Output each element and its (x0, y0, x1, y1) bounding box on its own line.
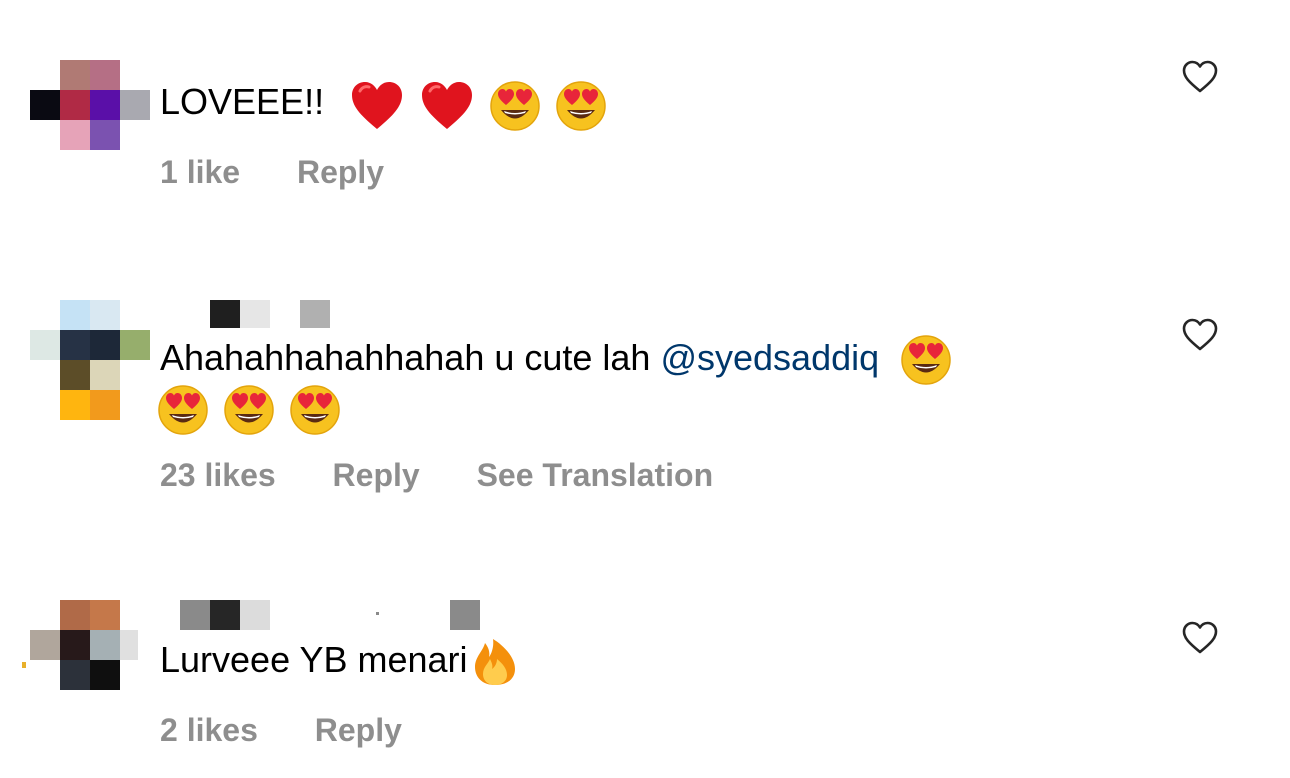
comments-list: LOVEEE!! 1 like Reply Ahahahhahahhahah u… (0, 0, 1290, 778)
heart-eyes-icon (224, 385, 274, 436)
comment-meta: 23 likes Reply See Translation (160, 457, 761, 494)
heart-eyes-icon (290, 385, 340, 436)
emoji-line (158, 382, 340, 436)
likes-count[interactable]: 1 like (160, 154, 240, 190)
avatar[interactable] (30, 60, 150, 150)
avatar[interactable] (20, 600, 140, 690)
username[interactable] (180, 600, 480, 630)
heart-eyes-icon (901, 335, 951, 386)
heart-eyes-icon (158, 385, 208, 436)
likes-count[interactable]: 23 likes (160, 457, 276, 493)
comment-body: Lurveee YB menari (160, 639, 468, 680)
likes-count[interactable]: 2 likes (160, 712, 258, 748)
reply-button[interactable]: Reply (297, 154, 384, 190)
heart-eyes-icon (556, 81, 606, 131)
comment-body: LOVEEE!! (160, 81, 325, 122)
emoji-group (334, 78, 606, 131)
reply-button[interactable]: Reply (333, 457, 420, 493)
like-heart-icon[interactable] (1182, 60, 1218, 94)
heart-eyes-icon (490, 81, 540, 131)
like-heart-icon[interactable] (1182, 318, 1218, 352)
avatar[interactable] (30, 300, 150, 420)
red-heart-icon (420, 81, 474, 131)
see-translation-button[interactable]: See Translation (477, 457, 714, 493)
comment-text: Ahahahhahahhahah u cute lah @syedsaddiq (160, 332, 951, 386)
comment-text: Lurveee YB menari (160, 634, 518, 687)
mention-link[interactable]: @syedsaddiq (660, 337, 879, 378)
comment-text: LOVEEE!! (160, 76, 606, 131)
comment-meta: 2 likes Reply (160, 712, 450, 749)
reply-button[interactable]: Reply (315, 712, 402, 748)
red-heart-icon (350, 81, 404, 131)
username[interactable] (210, 300, 330, 328)
comment-body: Ahahahhahahhahah u cute lah (160, 337, 651, 378)
comment-meta: 1 like Reply (160, 154, 432, 191)
fire-icon (472, 637, 518, 687)
like-heart-icon[interactable] (1182, 621, 1218, 655)
